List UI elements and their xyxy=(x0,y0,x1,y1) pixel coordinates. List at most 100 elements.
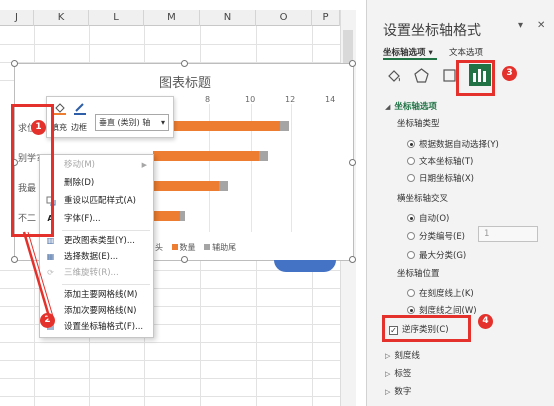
menu-item-reset-style[interactable]: 重设以匹配样式(A) xyxy=(40,193,153,209)
section-title: 标签 xyxy=(394,369,412,379)
bar-aux[interactable] xyxy=(180,211,185,221)
column-header-l[interactable]: L xyxy=(89,10,144,26)
submenu-arrow-icon: ▶ xyxy=(141,161,147,169)
menu-item-label: 移动(M) xyxy=(64,160,95,170)
mini-toolbar: 填充 边框 垂直 (类别) 轴 ▾ xyxy=(46,96,174,138)
caret-right-icon: ▷ xyxy=(385,370,391,378)
annotation-badge-1: 1 xyxy=(31,120,46,135)
axis-type-heading: 坐标轴类型 xyxy=(397,119,440,129)
column-header-o[interactable]: O xyxy=(256,10,312,26)
radio-text-axis[interactable]: 文本坐标轴(T) xyxy=(407,155,473,167)
section-number[interactable]: ▷ 数字 xyxy=(385,385,411,397)
radio-cross-auto[interactable]: 自动(O) xyxy=(407,212,449,224)
radio-button[interactable] xyxy=(407,140,415,148)
radio-cross-category-number[interactable]: 分类编号(E) xyxy=(407,230,465,242)
active-tab-indicator xyxy=(383,58,437,60)
resize-handle[interactable] xyxy=(181,256,188,263)
category-number-input[interactable]: 1 xyxy=(478,226,538,242)
radio-button[interactable] xyxy=(407,306,415,314)
caret-right-icon: ▷ xyxy=(385,388,391,396)
radio-date-axis[interactable]: 日期坐标轴(X) xyxy=(407,172,474,184)
radio-button[interactable] xyxy=(407,289,415,297)
caret-right-icon: ▷ xyxy=(385,352,391,360)
position-heading: 坐标轴位置 xyxy=(397,269,440,279)
menu-separator xyxy=(62,230,150,231)
grid-line xyxy=(0,342,356,343)
resize-handle[interactable] xyxy=(349,159,356,166)
fill-line-icon[interactable] xyxy=(385,67,402,84)
grid-line xyxy=(0,44,356,45)
legend-swatch-number xyxy=(171,244,178,250)
legend-prefix: 头 xyxy=(155,243,163,252)
effects-pentagon-icon[interactable] xyxy=(413,67,430,84)
resize-handle[interactable] xyxy=(181,60,188,67)
annotation-arrow xyxy=(22,231,55,321)
radio-button[interactable] xyxy=(407,214,415,222)
radio-button[interactable] xyxy=(407,251,415,259)
outline-icon[interactable] xyxy=(73,101,87,115)
close-icon[interactable]: ✕ xyxy=(537,20,545,31)
radio-button[interactable] xyxy=(407,174,415,182)
resize-handle[interactable] xyxy=(349,256,356,263)
tab-text-options[interactable]: 文本选项 xyxy=(449,46,483,58)
menu-item-label: 删除(D) xyxy=(64,178,95,188)
bar-aux[interactable] xyxy=(219,181,228,191)
radio-cross-max-category[interactable]: 最大分类(G) xyxy=(407,249,466,261)
menu-item-label: 选择数据(E)... xyxy=(64,252,119,262)
section-labels[interactable]: ▷ 标签 xyxy=(385,367,411,379)
radio-label: 分类编号(E) xyxy=(419,232,466,242)
annotation-badge-3: 3 xyxy=(502,66,517,81)
column-header-p[interactable]: P xyxy=(312,10,340,26)
grid-line xyxy=(0,360,356,361)
radio-button[interactable] xyxy=(407,157,415,165)
menu-item-label: 三维旋转(R)... xyxy=(64,268,119,278)
bar-number[interactable] xyxy=(153,181,219,191)
bar-number[interactable] xyxy=(153,211,180,221)
pane-options-button[interactable]: ▾ xyxy=(518,20,523,31)
column-header-m[interactable]: M xyxy=(144,10,200,26)
chart-element-select[interactable]: 垂直 (类别) 轴 ▾ xyxy=(95,114,169,131)
pane-title: 设置坐标轴格式 xyxy=(383,23,481,39)
menu-item-label: 添加次要网格线(N) xyxy=(64,306,137,316)
menu-item-delete[interactable]: 删除(D) xyxy=(40,175,153,191)
column-header-j[interactable]: J xyxy=(0,10,34,26)
menu-item-move[interactable]: 移动(M) ▶ xyxy=(40,157,153,173)
chart-title[interactable]: 图表标题 xyxy=(15,72,355,91)
menu-item-label: 字体(F)... xyxy=(64,214,101,224)
chevron-down-icon: ▾ xyxy=(160,118,165,127)
radio-auto-select-axis[interactable]: 根据数据自动选择(Y) xyxy=(407,138,499,150)
legend-swatch-aux xyxy=(204,244,211,250)
resize-handle[interactable] xyxy=(11,60,18,67)
radio-label: 日期坐标轴(X) xyxy=(419,174,474,184)
section-title: 刻度线 xyxy=(394,351,420,361)
annotation-badge-4: 4 xyxy=(478,314,493,329)
resize-handle[interactable] xyxy=(11,256,18,263)
radio-label: 在刻度线上(K) xyxy=(419,289,474,299)
resize-handle[interactable] xyxy=(349,60,356,67)
tab-axis-options[interactable]: 坐标轴选项 ▾ xyxy=(383,46,433,58)
menu-item-label: 更改图表类型(Y)... xyxy=(64,236,135,246)
gridline xyxy=(291,104,292,232)
radio-button[interactable] xyxy=(407,232,415,240)
section-axis-options[interactable]: ◢ 坐标轴选项 xyxy=(385,100,437,112)
bar-aux[interactable] xyxy=(259,151,268,161)
section-tick-marks[interactable]: ▷ 刻度线 xyxy=(385,349,420,361)
radio-on-tick-marks[interactable]: 在刻度线上(K) xyxy=(407,287,474,299)
bar-number[interactable] xyxy=(153,151,259,161)
annotation-box-reverse-categories xyxy=(382,315,471,342)
bar-aux[interactable] xyxy=(280,121,289,131)
annotation-box-axis-options-icon xyxy=(456,60,495,96)
fill-icon[interactable] xyxy=(53,101,67,115)
radio-label: 自动(O) xyxy=(419,214,450,224)
grid-line xyxy=(0,396,356,397)
chart-element-select-value: 垂直 (类别) 轴 xyxy=(99,118,151,127)
chart-bottom-shape xyxy=(274,260,336,272)
radio-label: 根据数据自动选择(Y) xyxy=(419,140,499,150)
chart-legend[interactable]: 头 数量 辅助尾 xyxy=(155,242,236,253)
border-label[interactable]: 边框 xyxy=(71,122,87,133)
section-title: 数字 xyxy=(394,387,412,397)
column-header-k[interactable]: K xyxy=(34,10,89,26)
menu-item-font[interactable]: A 字体(F)... xyxy=(40,211,153,227)
column-header-n[interactable]: N xyxy=(200,10,256,26)
menu-item-label: 设置坐标轴格式(F)... xyxy=(64,322,144,332)
